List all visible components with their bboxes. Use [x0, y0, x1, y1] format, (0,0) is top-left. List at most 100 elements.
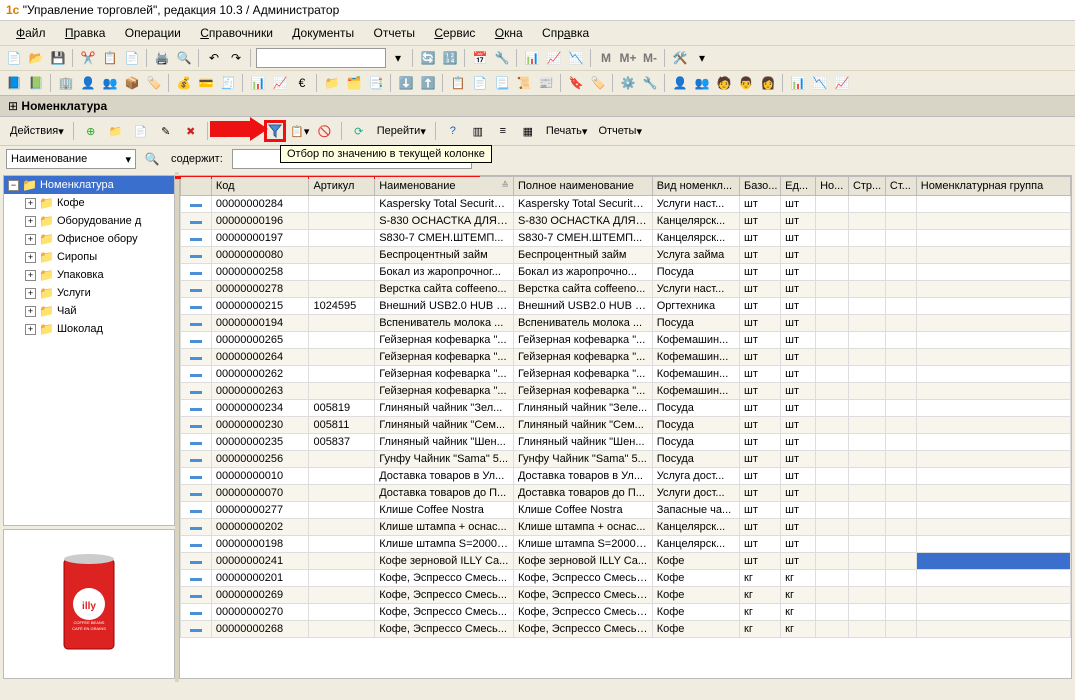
table-row[interactable]: 00000000197S830-7 СМЕН.ШТЕМП...S830-7 СМ…	[181, 230, 1071, 247]
menu-reports[interactable]: Отчеты	[366, 24, 423, 42]
table-cell[interactable]: Кофе, Эспрессо Смесь...	[375, 621, 514, 638]
table-row[interactable]: 00000000258Бокал из жаропрочног...Бокал …	[181, 264, 1071, 281]
table-cell[interactable]	[885, 315, 916, 332]
table-cell[interactable]: Кофе	[652, 587, 739, 604]
table-cell[interactable]: Клише штампа + оснас...	[375, 519, 514, 536]
table-cell[interactable]: 00000000268	[211, 621, 309, 638]
table-row[interactable]: 00000000070Доставка товаров до П...Доста…	[181, 485, 1071, 502]
table-cell[interactable]: шт	[781, 485, 816, 502]
table-cell[interactable]	[848, 366, 885, 383]
table-cell[interactable]: 00000000278	[211, 281, 309, 298]
table-cell[interactable]	[885, 366, 916, 383]
m-btn[interactable]: M	[596, 48, 616, 68]
table-cell[interactable]	[885, 570, 916, 587]
table-cell[interactable]: Оргтехника	[652, 298, 739, 315]
tb2-21[interactable]: 📃	[492, 73, 512, 93]
table-cell[interactable]: шт	[781, 281, 816, 298]
calc-icon[interactable]: 🔢	[440, 48, 460, 68]
actions-dropdown[interactable]: Действия ▾	[6, 123, 68, 140]
table-cell[interactable]	[885, 264, 916, 281]
table-cell[interactable]	[916, 400, 1070, 417]
table-cell[interactable]	[309, 485, 375, 502]
table-cell[interactable]	[816, 485, 849, 502]
table-cell[interactable]: шт	[781, 298, 816, 315]
table-cell[interactable]	[916, 213, 1070, 230]
table-cell[interactable]: шт	[781, 417, 816, 434]
table-cell[interactable]: Клише штампа S=2000-...	[513, 536, 652, 553]
table-cell[interactable]: Вспениватель молока ...	[375, 315, 514, 332]
table-cell[interactable]	[309, 451, 375, 468]
table-cell[interactable]: шт	[740, 434, 781, 451]
table-cell[interactable]: шт	[740, 349, 781, 366]
table-cell[interactable]: Гейзерная кофеварка "...	[375, 332, 514, 349]
filter-search-icon[interactable]: 🔍	[142, 149, 162, 169]
table-cell[interactable]: шт	[740, 451, 781, 468]
table-cell[interactable]	[916, 587, 1070, 604]
help-icon[interactable]: ?	[442, 120, 464, 142]
table-cell[interactable]: шт	[740, 230, 781, 247]
table-cell[interactable]	[885, 332, 916, 349]
tree-item[interactable]: +📁Оборудование д	[4, 212, 174, 230]
m-plus-btn[interactable]: M+	[618, 48, 638, 68]
table-cell[interactable]: 00000000284	[211, 196, 309, 213]
table-cell[interactable]: шт	[740, 298, 781, 315]
table-cell[interactable]	[916, 621, 1070, 638]
table-cell[interactable]: шт	[740, 264, 781, 281]
tb-icon-2[interactable]: 📊	[522, 48, 542, 68]
table-cell[interactable]	[916, 570, 1070, 587]
table-cell[interactable]	[916, 536, 1070, 553]
paste-icon[interactable]: 📄	[122, 48, 142, 68]
table-cell[interactable]	[816, 281, 849, 298]
column-header[interactable]: Код	[211, 177, 309, 196]
table-cell[interactable]: шт	[781, 349, 816, 366]
print-dropdown[interactable]: Печать ▾	[542, 123, 592, 140]
table-cell[interactable]: 00000000241	[211, 553, 309, 570]
table-cell[interactable]	[181, 281, 212, 298]
table-cell[interactable]	[916, 332, 1070, 349]
table-cell[interactable]	[885, 400, 916, 417]
table-cell[interactable]	[309, 315, 375, 332]
list-icon[interactable]: ≡	[492, 120, 514, 142]
table-cell[interactable]: Кофе, Эспрессо Смесь...	[375, 604, 514, 621]
tb2-17[interactable]: ⬇️	[396, 73, 416, 93]
table-cell[interactable]: 00000000269	[211, 587, 309, 604]
table-cell[interactable]	[816, 468, 849, 485]
table-cell[interactable]: шт	[740, 281, 781, 298]
tree-item[interactable]: +📁Чай	[4, 302, 174, 320]
table-cell[interactable]: шт	[781, 519, 816, 536]
tb2-33[interactable]: 📊	[788, 73, 808, 93]
table-cell[interactable]	[885, 383, 916, 400]
table-cell[interactable]: шт	[781, 196, 816, 213]
table-cell[interactable]: Кофе, Эспрессо Смесь ...	[513, 570, 652, 587]
table-cell[interactable]	[181, 400, 212, 417]
tb-icon-4[interactable]: 📉	[566, 48, 586, 68]
table-cell[interactable]: Доставка товаров в Ул...	[513, 468, 652, 485]
table-cell[interactable]: шт	[781, 451, 816, 468]
table-cell[interactable]: 00000000235	[211, 434, 309, 451]
table-row[interactable]: 00000000256Гунфу Чайник "Sama" 5...Гунфу…	[181, 451, 1071, 468]
table-cell[interactable]	[816, 536, 849, 553]
table-cell[interactable]	[816, 315, 849, 332]
table-cell[interactable]: шт	[740, 332, 781, 349]
table-cell[interactable]: Канцелярск...	[652, 213, 739, 230]
table-cell[interactable]	[309, 468, 375, 485]
menu-documents[interactable]: Документы	[284, 24, 362, 42]
table-row[interactable]: 00000000230005811Глиняный чайник "Сем...…	[181, 417, 1071, 434]
table-cell[interactable]: Гейзерная кофеварка "...	[375, 383, 514, 400]
table-cell[interactable]: Верстка сайта coffeeno...	[513, 281, 652, 298]
table-cell[interactable]	[181, 570, 212, 587]
table-cell[interactable]: шт	[740, 247, 781, 264]
table-cell[interactable]	[181, 298, 212, 315]
table-cell[interactable]: 005819	[309, 400, 375, 417]
add-folder-icon[interactable]: 📁	[105, 120, 127, 142]
table-cell[interactable]	[885, 349, 916, 366]
table-row[interactable]: 00000000201Кофе, Эспрессо Смесь...Кофе, …	[181, 570, 1071, 587]
table-cell[interactable]	[885, 502, 916, 519]
table-cell[interactable]	[181, 196, 212, 213]
add-icon[interactable]: ⊕	[80, 120, 102, 142]
table-cell[interactable]: Kaspersky Total Security ...	[375, 196, 514, 213]
table-cell[interactable]: Кофемашин...	[652, 349, 739, 366]
new-icon[interactable]: 📄	[4, 48, 24, 68]
table-cell[interactable]	[848, 434, 885, 451]
table-cell[interactable]	[848, 451, 885, 468]
